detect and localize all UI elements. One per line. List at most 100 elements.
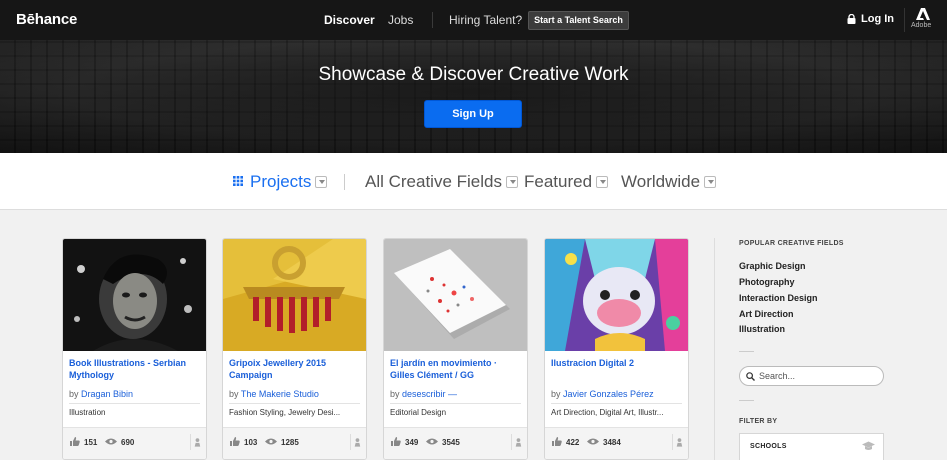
project-fields: Fashion Styling, Jewelry Desi...	[229, 408, 341, 417]
project-stats: 422 3484	[545, 427, 688, 459]
views-count: 3484	[603, 438, 621, 447]
hero-banner: Showcase & Discover Creative Work Sign U…	[0, 40, 947, 153]
behance-logo[interactable]: Bēhance	[16, 11, 77, 28]
nav-discover[interactable]: Discover	[324, 13, 375, 27]
nav-jobs[interactable]: Jobs	[388, 13, 413, 27]
lock-icon	[847, 14, 856, 24]
filter-divider	[344, 174, 345, 190]
project-stats: 349 3545	[384, 427, 527, 459]
search-input[interactable]	[759, 369, 877, 383]
owner-link[interactable]: Dragan Bibin	[81, 389, 133, 399]
views-count: 1285	[281, 438, 299, 447]
project-card[interactable]: Gripoix Jewellery 2015 Campaign by The M…	[222, 238, 367, 460]
chevron-down-icon	[315, 175, 328, 188]
project-cover-image[interactable]	[384, 239, 527, 351]
project-stats: 151 690	[63, 427, 206, 459]
eye-icon	[587, 438, 599, 445]
views-count: 690	[121, 438, 135, 447]
project-title[interactable]: El jardín en movimiento · Gilles Clément…	[390, 357, 522, 381]
filter-fields-label: All Creative Fields	[365, 172, 502, 191]
popular-fields-heading: POPULAR CREATIVE FIELDS	[739, 240, 844, 247]
sidebar-item-art-direction[interactable]: Art Direction	[739, 309, 794, 319]
by-label: by	[69, 389, 79, 399]
appreciate-icon	[391, 437, 401, 446]
sidebar-item-illustration[interactable]: Illustration	[739, 324, 785, 334]
appreciate-icon	[230, 437, 240, 446]
chevron-down-icon	[506, 175, 518, 188]
nav-hiring-talent[interactable]: Hiring Talent?	[449, 13, 522, 27]
project-card[interactable]: Book Illustrations - Serbian Mythology b…	[62, 238, 207, 460]
filter-featured[interactable]: Featured	[524, 172, 609, 192]
signup-button[interactable]: Sign Up	[424, 100, 522, 128]
eye-icon	[265, 438, 277, 445]
person-icon[interactable]	[672, 434, 685, 450]
graduation-cap-icon	[862, 441, 875, 450]
top-nav: Bēhance Discover Jobs Hiring Talent? Sta…	[0, 0, 947, 40]
project-title[interactable]: Gripoix Jewellery 2015 Campaign	[229, 357, 361, 381]
card-divider	[390, 403, 521, 404]
filter-schools[interactable]: SCHOOLS	[739, 433, 884, 460]
project-title[interactable]: Ilustracion Digital 2	[551, 357, 683, 369]
project-fields: Editorial Design	[390, 408, 447, 417]
appreciations-count: 103	[244, 438, 258, 447]
hero-overlay	[0, 40, 947, 153]
sidebar-divider-short	[739, 400, 754, 401]
filter-creative-fields[interactable]: All Creative Fields	[365, 172, 518, 192]
hero-title: Showcase & Discover Creative Work	[318, 64, 629, 85]
appreciate-icon	[552, 437, 562, 446]
sidebar-item-photography[interactable]: Photography	[739, 277, 795, 287]
project-owner-line: by Dragan Bibin	[69, 389, 133, 399]
by-label: by	[390, 389, 400, 399]
project-card[interactable]: El jardín en movimiento · Gilles Clément…	[383, 238, 528, 460]
project-title[interactable]: Book Illustrations - Serbian Mythology	[69, 357, 201, 381]
filter-featured-label: Featured	[524, 172, 593, 191]
by-label: by	[229, 389, 239, 399]
chevron-down-icon	[596, 175, 609, 188]
project-card[interactable]: Ilustracion Digital 2 by Javier Gonzales…	[544, 238, 689, 460]
person-icon[interactable]	[511, 434, 524, 450]
chevron-down-icon	[704, 175, 717, 188]
search-icon	[746, 372, 755, 381]
person-icon[interactable]	[190, 434, 203, 450]
nav-divider	[432, 12, 433, 28]
filter-location[interactable]: Worldwide	[621, 172, 717, 192]
owner-link[interactable]: Javier Gonzales Pérez	[563, 389, 654, 399]
owner-link[interactable]: desescribir —	[402, 389, 457, 399]
by-label: by	[551, 389, 561, 399]
project-cover-image[interactable]	[545, 239, 688, 351]
appreciate-icon	[70, 437, 80, 446]
project-owner-line: by desescribir —	[390, 389, 457, 399]
filter-projects[interactable]: Projects	[250, 172, 328, 192]
project-owner-line: by Javier Gonzales Pérez	[551, 389, 654, 399]
person-icon[interactable]	[350, 434, 363, 450]
filter-by-heading: FILTER BY	[739, 418, 778, 425]
adobe-logo-icon[interactable]	[916, 8, 930, 20]
sidebar-divider	[714, 238, 715, 460]
project-owner-line: by The Makerie Studio	[229, 389, 319, 399]
sidebar-item-graphic-design[interactable]: Graphic Design	[739, 261, 806, 271]
grid-icon	[233, 176, 243, 186]
filter-location-label: Worldwide	[621, 172, 701, 191]
eye-icon	[426, 438, 438, 445]
filter-projects-label: Projects	[250, 172, 312, 191]
talent-search-button[interactable]: Start a Talent Search	[528, 11, 629, 30]
eye-icon	[105, 438, 117, 445]
appreciations-count: 422	[566, 438, 580, 447]
sidebar-item-interaction-design[interactable]: Interaction Design	[739, 293, 818, 303]
adobe-label: Adobe	[911, 22, 932, 29]
appreciations-count: 349	[405, 438, 419, 447]
card-divider	[229, 403, 360, 404]
login-link[interactable]: Log In	[861, 13, 894, 25]
project-cover-image[interactable]	[223, 239, 366, 351]
project-stats: 103 1285	[223, 427, 366, 459]
adobe-divider	[904, 8, 905, 32]
search-box	[739, 366, 884, 386]
sidebar-divider-short	[739, 351, 754, 352]
project-fields: Art Direction, Digital Art, Illustr...	[551, 408, 664, 417]
card-divider	[69, 403, 200, 404]
card-divider	[551, 403, 682, 404]
project-cover-image[interactable]	[63, 239, 206, 351]
views-count: 3545	[442, 438, 460, 447]
appreciations-count: 151	[84, 438, 98, 447]
owner-link[interactable]: The Makerie Studio	[241, 389, 319, 399]
